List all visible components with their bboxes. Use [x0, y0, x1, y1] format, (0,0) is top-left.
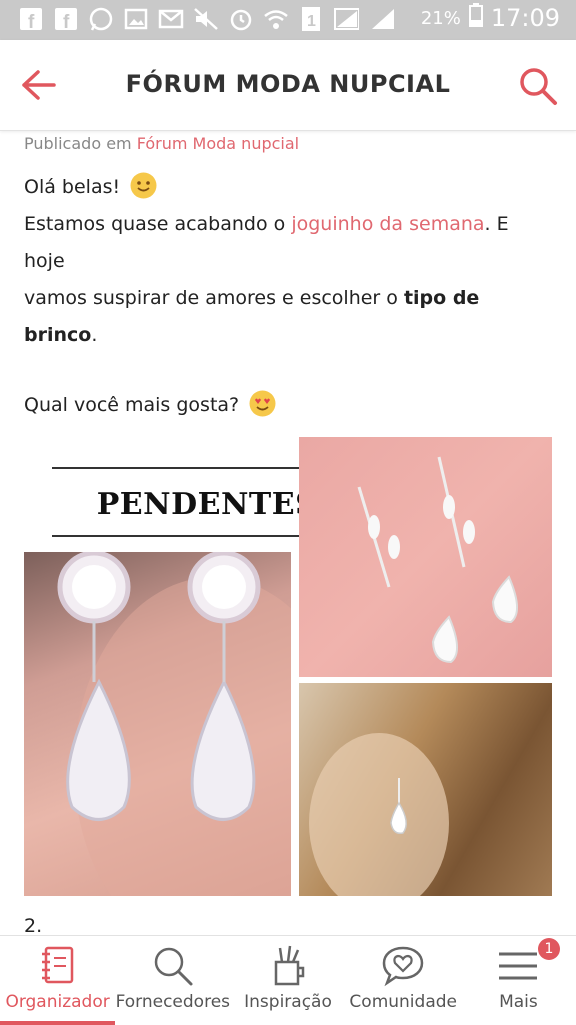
notebook-icon [36, 944, 80, 988]
mute-icon [193, 6, 219, 32]
app-header: FÓRUM MODA NUPCIAL [0, 40, 576, 131]
game-link[interactable]: joguinho da semana [291, 213, 484, 235]
notification-icons: f f 1 [18, 6, 394, 32]
menu-icon [496, 944, 540, 988]
nav-label: Fornecedores [115, 992, 231, 1012]
svg-text:1: 1 [307, 13, 316, 30]
nav-comunidade[interactable]: Comunidade [346, 936, 461, 1025]
nav-label: Comunidade [349, 992, 457, 1012]
mail-icon [158, 6, 184, 32]
published-prefix: Publicado em [24, 134, 132, 153]
svg-text:f: f [28, 12, 35, 31]
whatsapp-icon [88, 6, 114, 32]
nav-mais[interactable]: 1 Mais [461, 936, 576, 1025]
intro-line-3: vamos suspirar de amores e escolher o ti… [24, 280, 554, 354]
sim-icon: 1 [298, 6, 324, 32]
next-item-number: 2. [24, 915, 43, 933]
battery-percent: 21% [420, 7, 461, 29]
svg-text:f: f [63, 12, 70, 31]
battery-icon [468, 3, 483, 33]
bottom-nav: Organizador Fornecedores Inspiração Comu… [0, 935, 576, 1025]
paint-cup-icon [266, 944, 310, 988]
back-arrow-icon[interactable] [20, 68, 58, 102]
leaf-earrings-photo [299, 437, 552, 677]
wifi-icon [263, 6, 289, 32]
clock: 17:09 [490, 4, 560, 32]
intro-line-2: Estamos quase acabando o joguinho da sem… [24, 206, 554, 280]
facebook-icon: f [18, 6, 44, 32]
published-line: Publicado em Fórum Moda nupcial [24, 134, 554, 153]
search-icon[interactable] [518, 66, 558, 106]
post-intro: Olá belas! Estamos quase acabando o jogu… [24, 169, 554, 354]
signal-icon [368, 6, 394, 32]
intro-text: . [91, 324, 98, 346]
nav-organizador[interactable]: Organizador [0, 936, 116, 1025]
intro-text: Estamos quase acabando o [24, 213, 286, 235]
nav-label: Inspiração [244, 992, 332, 1012]
nav-fornecedores[interactable]: Fornecedores [115, 936, 230, 1025]
chat-heart-icon [381, 944, 425, 988]
forum-link[interactable]: Fórum Moda nupcial [137, 134, 299, 153]
question-text: Qual você mais gosta? [24, 394, 240, 416]
search-icon [151, 944, 195, 988]
facebook-icon: f [53, 6, 79, 32]
nav-label: Organizador [5, 992, 110, 1012]
greeting-text: Olá belas! [24, 176, 121, 198]
greeting-line: Olá belas! [24, 169, 554, 206]
earrings-collage-image[interactable]: PENDENTES [24, 437, 552, 896]
bride-earring-photo [299, 683, 552, 896]
notification-badge: 1 [538, 938, 561, 960]
question-line: Qual você mais gosta? [24, 387, 554, 424]
signal-icon [333, 6, 359, 32]
intro-text: vamos suspirar de amores e escolher o [24, 287, 398, 309]
status-bar: f f 1 21% 17:09 [0, 0, 576, 40]
page-title: FÓRUM MODA NUPCIAL [125, 70, 451, 98]
nav-inspiracao[interactable]: Inspiração [230, 936, 345, 1025]
status-right: 21% 17:09 [421, 3, 560, 33]
gallery-icon [123, 6, 149, 32]
smiley-emoji-icon [130, 172, 157, 199]
nav-label: Mais [499, 992, 538, 1012]
alarm-icon [228, 6, 254, 32]
heart-eyes-emoji-icon [249, 390, 276, 417]
